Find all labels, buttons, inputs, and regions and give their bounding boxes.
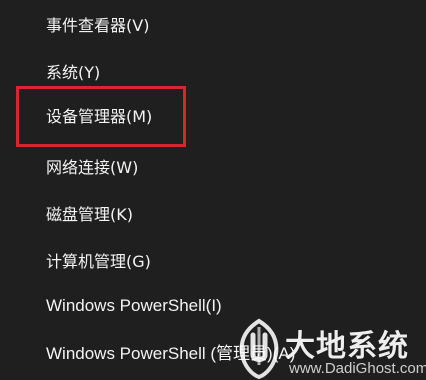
menu-item-computer-management[interactable]: 计算机管理(G) <box>46 252 151 272</box>
menu-item-network-connections[interactable]: 网络连接(W) <box>46 158 138 178</box>
menu-item-disk-management[interactable]: 磁盘管理(K) <box>46 205 133 225</box>
menu-item-event-viewer[interactable]: 事件查看器(V) <box>46 16 149 36</box>
menu-item-windows-powershell-admin[interactable]: Windows PowerShell (管理员)(A) <box>46 344 295 364</box>
menu-item-windows-powershell[interactable]: Windows PowerShell(I) <box>46 296 222 316</box>
device-manager-highlight-box <box>16 86 186 147</box>
watermark-url: www.DadiGhost.com <box>289 360 426 377</box>
watermark-title: 大地系统 <box>285 329 409 364</box>
winx-context-menu: 事件查看器(V) 系统(Y) 设备管理器(M) 网络连接(W) 磁盘管理(K) … <box>0 0 426 380</box>
menu-item-system[interactable]: 系统(Y) <box>46 63 100 83</box>
